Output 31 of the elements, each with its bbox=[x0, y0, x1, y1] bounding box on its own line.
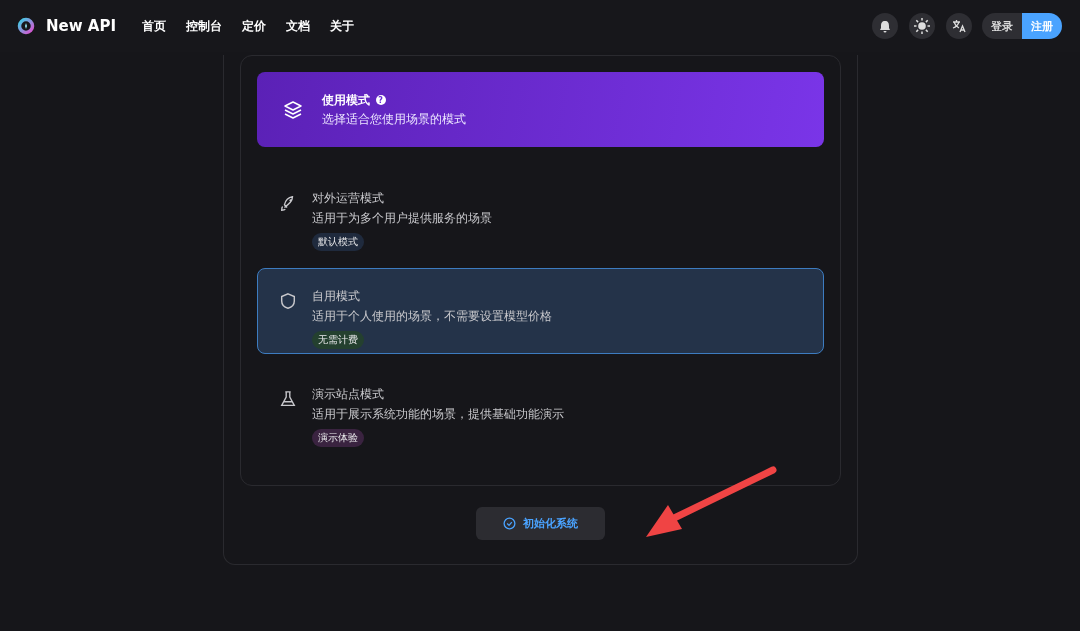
mode-option[interactable]: 对外运营模式 适用于为多个用户提供服务的场景 默认模式 bbox=[256, 170, 824, 256]
check-circle-icon bbox=[502, 517, 516, 530]
help-icon[interactable]: ? bbox=[375, 95, 386, 105]
sun-icon[interactable] bbox=[909, 13, 935, 39]
nav-link[interactable]: 首页 bbox=[142, 17, 166, 35]
initialize-button[interactable]: 初始化系统 bbox=[475, 507, 605, 540]
shield-icon bbox=[278, 292, 297, 310]
mode-description: 适用于为多个用户提供服务的场景 bbox=[311, 211, 492, 226]
mode-title: 自用模式 bbox=[311, 289, 361, 304]
layers-icon bbox=[282, 99, 303, 120]
logo-icon bbox=[17, 17, 35, 35]
translate-icon[interactable] bbox=[946, 13, 972, 39]
mode-tag: 默认模式 bbox=[311, 233, 364, 251]
mode-tag: 无需计费 bbox=[311, 331, 364, 349]
nav-link[interactable]: 控制台 bbox=[186, 17, 222, 35]
mode-description: 适用于个人使用的场景，不需要设置模型价格 bbox=[311, 309, 552, 324]
mode-title: 演示站点模式 bbox=[311, 387, 385, 402]
banner-title: 使用模式 bbox=[321, 92, 370, 108]
brand-name: New API bbox=[46, 17, 116, 35]
mode-tag: 演示体验 bbox=[311, 429, 364, 447]
flask-icon bbox=[278, 390, 297, 408]
mode-description: 适用于展示系统功能的场景，提供基础功能演示 bbox=[311, 407, 564, 422]
mode-option[interactable]: 演示站点模式 适用于展示系统功能的场景，提供基础功能演示 演示体验 bbox=[256, 366, 824, 452]
mode-option[interactable]: 自用模式 适用于个人使用的场景，不需要设置模型价格 无需计费 bbox=[256, 268, 824, 354]
nav-link[interactable]: 关于 bbox=[330, 17, 354, 35]
bell-icon[interactable] bbox=[872, 13, 898, 39]
mode-title: 对外运营模式 bbox=[311, 191, 385, 206]
login-button[interactable]: 登录 bbox=[982, 13, 1022, 39]
nav-link[interactable]: 定价 bbox=[242, 17, 266, 35]
banner-subtitle: 选择适合您使用场景的模式 bbox=[321, 111, 466, 127]
nav-link[interactable]: 文档 bbox=[286, 17, 310, 35]
